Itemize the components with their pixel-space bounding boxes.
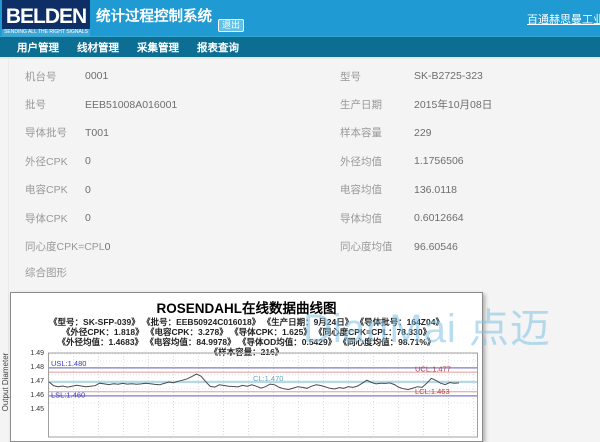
form-row-right: 同心度均值 96.60546 [340, 239, 458, 254]
form-row: 批号 EEB51008A016001 生产日期 2015年10月08日 [0, 90, 600, 118]
form-row: 同心度CPK=CPL 0 同心度均值 96.60546 [0, 232, 600, 260]
form-row-right: 样本容量 229 [340, 125, 432, 140]
form-rows: 机台号 0001 型号 SK-B2725-323 批号 EEB51008A016001 生产… [0, 59, 600, 261]
limit-label-ucl: UCL:1.477 [415, 365, 451, 374]
app-header: BELDEN SENDING ALL THE RIGHT SIGNALS 统计过… [0, 0, 600, 36]
field-value: 229 [414, 126, 432, 139]
logout-button[interactable]: 退出 [218, 19, 245, 32]
form-row-right: 外径均值 1.1756506 [340, 154, 464, 169]
limit-label-lcl: LCL:1.463 [415, 387, 450, 396]
company-link[interactable]: 百通赫思曼工业（ [527, 11, 600, 27]
nav-tab-2[interactable]: 线材管理 [73, 40, 123, 55]
chart-info-line: 《外径CPK：1.818》 《电容CPK：3.278》 《导体CPK：1.625… [61, 327, 432, 337]
form-row-right: 生产日期 2015年10月08日 [340, 97, 492, 112]
composite-graph-label: 综合图形 [25, 266, 67, 279]
belden-logo-tagline: SENDING ALL THE RIGHT SIGNALS [2, 29, 90, 36]
nav-tab-1[interactable]: 用户管理 [13, 40, 63, 55]
field-value: T001 [85, 126, 109, 139]
nav-bar: 用户管理 线材管理 采集管理 报表查询 [0, 36, 600, 57]
field-value: EEB51008A016001 [85, 98, 178, 111]
field-value: 2015年10月08日 [414, 99, 493, 112]
nav-tab-3[interactable]: 采集管理 [133, 40, 183, 55]
field-value: 136.0118 [414, 183, 458, 196]
form-row-left: 批号 EEB51008A016001 [25, 97, 340, 112]
form-row-left: 导体批号 T001 [25, 125, 340, 140]
field-label: 同心度均值 [340, 241, 393, 254]
form-row: 电容CPK 0 电容均值 136.0118 [0, 176, 600, 204]
field-value: 0 [85, 183, 91, 196]
limit-label-cl: CL:1.470 [253, 374, 283, 383]
nav-tab-4[interactable]: 报表查询 [193, 40, 243, 55]
field-label: 批号 [25, 99, 46, 112]
y-tick-label: 1.47 [30, 378, 44, 386]
form-row-left: 外径CPK 0 [25, 154, 340, 169]
form-row: 外径CPK 0 外径均值 1.1756506 [0, 147, 600, 175]
field-label: 机台号 [25, 70, 57, 83]
plot-border [48, 352, 478, 438]
field-value: 96.60546 [414, 240, 458, 253]
form-row-right: 电容均值 136.0118 [340, 182, 457, 197]
chart-title: ROSENDAHL在线数据曲线图 [156, 301, 337, 316]
field-label: 导体批号 [25, 127, 67, 140]
page-title: 统计过程控制系统 [96, 9, 212, 25]
form-row-left: 机台号 0001 [25, 69, 340, 84]
field-value: 0 [85, 212, 91, 225]
field-value: 0.6012664 [414, 212, 464, 225]
field-value: 0 [85, 155, 91, 168]
field-value: 0001 [85, 70, 109, 83]
y-tick-label: 1.46 [30, 392, 44, 400]
plot-svg: USL:1.480 UCL:1.477 CL:1.470 LCL:1.463 LSL:1… [48, 352, 478, 438]
chart-info-line: 《外径均值：1.4683》 《电容均值：84.9978》 《导体OD均值：0.5… [57, 337, 436, 347]
field-value: 1.1756506 [414, 155, 464, 168]
field-label: 型号 [340, 70, 361, 83]
field-value: 0 [104, 240, 111, 253]
field-label: 电容CPK [25, 184, 68, 197]
form-row-left: 电容CPK 0 [25, 182, 340, 197]
belden-logo: BELDEN SENDING ALL THE RIGHT SIGNALS [2, 0, 90, 36]
y-tick-label: 1.49 [30, 350, 44, 358]
field-label: 电容均值 [340, 184, 382, 197]
field-label: 样本容量 [340, 127, 382, 140]
form-row: 导体CPK 0 导体均值 0.6012664 [0, 204, 600, 232]
limit-label-usl: USL:1.480 [51, 359, 86, 368]
form-row-left: 导体CPK 0 [25, 211, 340, 226]
field-label: 同心度CPK=CPL [25, 241, 105, 254]
form-row: 机台号 0001 型号 SK-B2725-323 [0, 62, 600, 90]
form-row-right: 型号 SK-B2725-323 [340, 69, 483, 84]
y-tick-label: 1.48 [30, 364, 44, 372]
field-label: 导体均值 [340, 212, 382, 225]
field-label: 生产日期 [340, 99, 382, 112]
field-value: SK-B2725-323 [414, 70, 483, 83]
form-row: 导体批号 T001 样本容量 229 [0, 119, 600, 147]
field-label: 导体CPK [25, 212, 68, 225]
limit-label-lsl: LSL:1.460 [51, 391, 85, 400]
form-row-left: 同心度CPK=CPL 0 [25, 239, 340, 254]
field-label: 外径均值 [340, 155, 382, 168]
chart-panel: ROSENDAHL在线数据曲线图 《型号：SK-SFP-039》 《批号：EEB… [1, 292, 483, 442]
field-label: 外径CPK [25, 155, 68, 168]
form-row-right: 导体均值 0.6012664 [340, 211, 464, 226]
chart-info-line: 《型号：SK-SFP-039》 《批号：EEB50924C016018》 《生产… [49, 317, 444, 327]
belden-logo-text: BELDEN [5, 5, 87, 28]
y-axis-label: Output Diameter [1, 352, 10, 412]
y-tick-label: 1.45 [30, 406, 44, 414]
